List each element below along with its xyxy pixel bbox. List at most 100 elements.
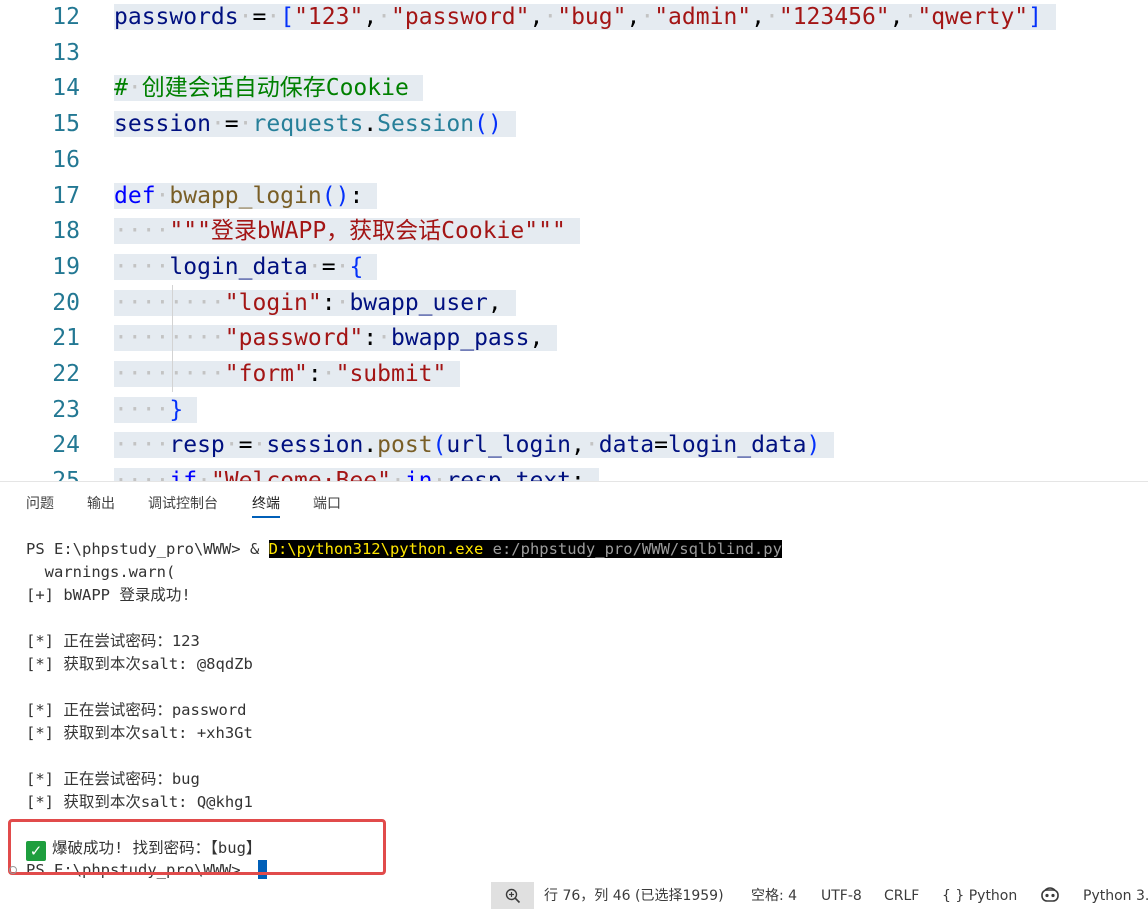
code-token: post xyxy=(377,432,433,459)
code-token: """登录bWAPP，获取会话Cookie""" xyxy=(169,218,566,245)
selection-highlight: ········"form":·"submit" xyxy=(114,361,461,387)
code-text: #·创建会话自动保存Cookie xyxy=(114,70,423,106)
copilot-icon[interactable] xyxy=(1040,887,1060,908)
panel-tab-1[interactable]: 输出 xyxy=(87,495,115,513)
selection-highlight: ········"login":·bwapp_user, xyxy=(114,289,516,316)
code-line: 23 ····} xyxy=(0,392,1148,428)
whitespace-marker: · xyxy=(377,325,391,352)
code-token: = xyxy=(321,253,336,280)
whitespace-marker: · xyxy=(127,75,142,102)
zoom-icon[interactable] xyxy=(491,882,534,909)
whitespace-marker: ···· xyxy=(114,396,170,423)
code-token: "Welcome·Bee" xyxy=(211,468,391,481)
terminal-command-line: PS E:\phpstudy_pro\WWW> & D:\python312\p… xyxy=(26,538,782,561)
code-token: , xyxy=(363,4,378,30)
whitespace-marker: · xyxy=(266,4,281,30)
whitespace-marker: · xyxy=(307,253,322,280)
whitespace-marker: · xyxy=(238,4,253,30)
code-token: login_data xyxy=(668,432,807,459)
terminal-prompt: PS E:\phpstudy_pro\WWW> & xyxy=(26,540,269,558)
panel-tabs: 问题 输出 调试控制台 终端 端口 xyxy=(0,482,1148,526)
line-number: 13 xyxy=(52,39,80,66)
language-label: Python xyxy=(968,888,1018,904)
whitespace-marker: · xyxy=(155,182,170,209)
code-text: session·=·requests.Session() xyxy=(114,106,516,142)
terminal-output-line: [*] 获取到本次salt: Q@khg1 xyxy=(26,793,253,811)
line-number: 24 xyxy=(52,432,80,459)
code-text: ········"login":·bwapp_user, xyxy=(114,285,516,321)
code-token: , xyxy=(529,4,544,30)
line-number: 25 xyxy=(0,463,80,481)
indentation-setting[interactable]: 空格: 4 xyxy=(751,882,797,911)
whitespace-marker: · xyxy=(252,432,267,459)
selection-highlight: ····login_data·=·{ xyxy=(114,253,378,280)
code-token: = xyxy=(252,4,267,30)
code-token: text xyxy=(516,468,571,481)
code-token: 创建会话自动保存Cookie xyxy=(141,75,409,102)
code-token: "submit" xyxy=(335,361,447,387)
code-line: 17 def·bwapp_login(): xyxy=(0,178,1148,214)
terminal-output-line: [*] 正在尝试密码：password xyxy=(26,701,247,719)
whitespace-marker: · xyxy=(321,361,336,387)
braces-icon: { } xyxy=(942,888,965,904)
code-token: def xyxy=(114,182,156,209)
selection-highlight: session·=·requests.Session() xyxy=(114,111,516,138)
line-number: 20 xyxy=(52,289,80,316)
code-line: 19 ····login_data·=·{ xyxy=(0,249,1148,285)
whitespace-marker: · xyxy=(210,111,225,138)
code-token: : xyxy=(349,182,364,209)
code-token: : xyxy=(363,325,378,352)
panel-tab-3[interactable]: 终端 xyxy=(252,495,280,518)
whitespace-marker: ········ xyxy=(114,289,225,316)
code-line: 13 xyxy=(0,35,1148,71)
code-token: bwapp_pass xyxy=(390,325,530,352)
terminal-output-line: [+] bWAPP 登录成功! xyxy=(26,586,191,604)
code-token: . xyxy=(363,111,378,138)
code-token: "123" xyxy=(294,4,364,30)
python-interpreter[interactable]: Python 3. xyxy=(1083,882,1148,911)
selection-highlight: passwords·=·["123",·"password",·"bug",·"… xyxy=(114,4,1056,30)
terminal-decoration-icon xyxy=(9,866,17,874)
panel-tab-2[interactable]: 调试控制台 xyxy=(148,495,218,513)
code-text: ····resp·=·session.post(url_login,·data=… xyxy=(114,427,835,463)
language-mode[interactable]: { } Python xyxy=(942,882,1017,911)
terminal-output-line: [*] 获取到本次salt: @8qdZb xyxy=(26,655,253,673)
selection-highlight: #·创建会话自动保存Cookie xyxy=(114,75,423,102)
whitespace-marker: · xyxy=(433,468,447,481)
terminal-output-line: [*] 正在尝试密码：bug xyxy=(26,770,200,788)
whitespace-marker: · xyxy=(903,4,918,30)
whitespace-marker: · xyxy=(377,4,392,30)
code-token: ( xyxy=(432,432,447,459)
code-token: = xyxy=(224,111,239,138)
panel-tab-4[interactable]: 端口 xyxy=(313,495,341,513)
whitespace-marker: ···· xyxy=(114,432,170,459)
whitespace-marker: · xyxy=(197,468,211,481)
code-text: ····login_data·=·{ xyxy=(114,249,378,285)
cursor-position[interactable]: 行 76，列 46 (已选择1959) xyxy=(544,882,724,911)
whitespace-marker: · xyxy=(584,432,599,459)
whitespace-marker: ···· xyxy=(114,218,170,245)
code-token: url_login xyxy=(446,432,572,459)
line-number: 18 xyxy=(52,218,80,245)
whitespace-marker: · xyxy=(391,468,405,481)
whitespace-marker: ········ xyxy=(114,325,225,352)
code-token: data xyxy=(598,432,655,459)
code-line: 16 xyxy=(0,142,1148,178)
whitespace-marker: ···· xyxy=(114,253,170,280)
line-number: 12 xyxy=(52,4,80,30)
code-line: 25····if·"Welcome·Bee"·in·resp.text: xyxy=(0,463,1148,481)
line-number: 23 xyxy=(52,396,80,423)
panel-tab-0[interactable]: 问题 xyxy=(26,495,54,513)
encoding-setting[interactable]: UTF-8 xyxy=(821,882,862,911)
line-number: 15 xyxy=(52,111,80,138)
code-token: [ xyxy=(280,4,295,30)
code-token: { xyxy=(349,253,364,280)
selection-highlight: def·bwapp_login(): xyxy=(114,182,378,209)
code-token: () xyxy=(474,111,502,138)
code-token: , xyxy=(751,4,765,30)
code-token: requests xyxy=(252,111,364,138)
code-token: , xyxy=(529,325,544,352)
code-text: def·bwapp_login(): xyxy=(114,178,378,214)
code-editor[interactable]: 12 passwords·=·["123",·"password",·"bug",… xyxy=(0,0,1148,481)
eol-setting[interactable]: CRLF xyxy=(884,882,919,911)
